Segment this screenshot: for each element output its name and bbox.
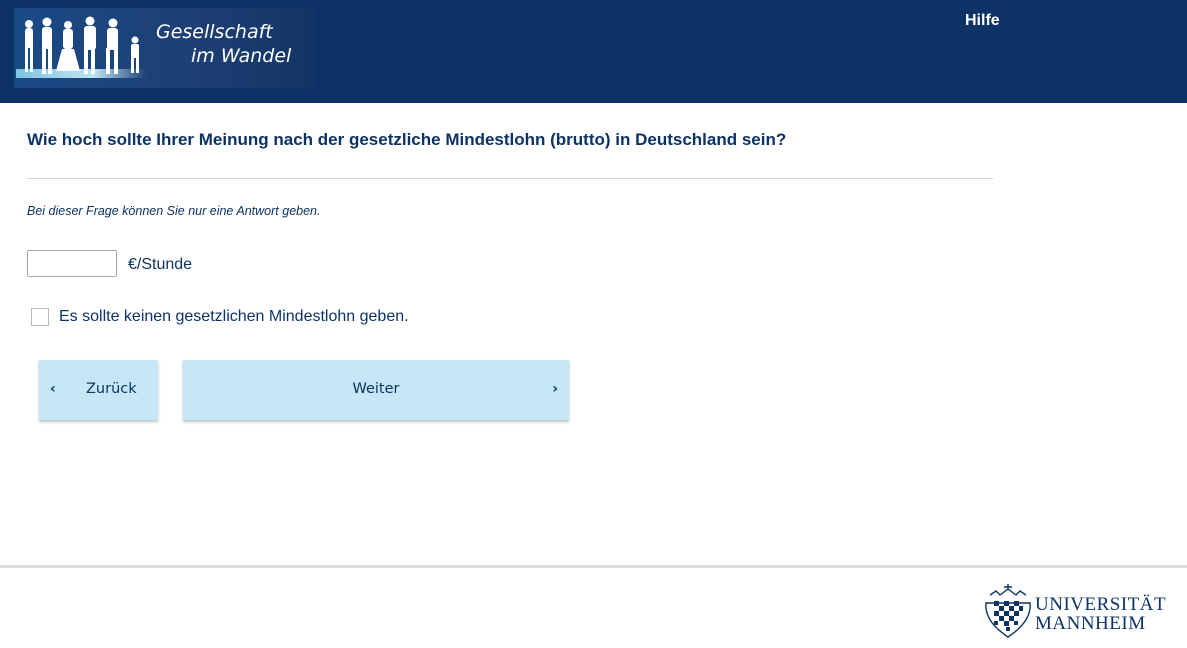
back-button[interactable]: ‹ Zurück <box>39 360 158 420</box>
header-bar: Gesellschaft im Wandel Hilfe <box>0 0 1187 103</box>
people-silhouettes-icon <box>25 16 139 74</box>
chevron-right-icon: › <box>552 381 558 397</box>
no-minimum-wage-label[interactable]: Es sollte keinen gesetzlichen Mindestloh… <box>59 308 409 326</box>
wage-amount-input[interactable] <box>27 250 117 277</box>
question-hint: Bei dieser Frage können Sie nur eine Ant… <box>27 204 321 218</box>
next-button-label: Weiter <box>352 381 400 397</box>
no-minimum-wage-checkbox[interactable] <box>31 308 49 326</box>
university-name-line2: MANNHEIM <box>1035 613 1146 634</box>
university-crest-icon <box>985 584 1031 638</box>
chevron-left-icon: ‹ <box>50 381 56 397</box>
logo-text-line1: Gesellschaft <box>156 21 273 43</box>
help-link[interactable]: Hilfe <box>965 12 1000 30</box>
university-name: UNIVERSITÄT MANNHEIM <box>1035 595 1166 633</box>
logo-text-line2: im Wandel <box>191 45 292 67</box>
gesellschaft-im-wandel-logo: Gesellschaft im Wandel <box>14 8 315 88</box>
universitaet-mannheim-logo: UNIVERSITÄT MANNHEIM <box>982 583 1182 639</box>
university-name-line1: UNIVERSITÄT <box>1035 594 1167 615</box>
logo-wordmark: Gesellschaft im Wandel <box>156 20 311 68</box>
footer-divider <box>0 565 1187 568</box>
next-button[interactable]: Weiter › <box>183 360 569 420</box>
back-button-label: Zurück <box>86 381 137 397</box>
question-text: Wie hoch sollte Ihrer Meinung nach der g… <box>27 130 787 149</box>
unit-label: €/Stunde <box>128 256 193 273</box>
divider <box>27 178 993 179</box>
